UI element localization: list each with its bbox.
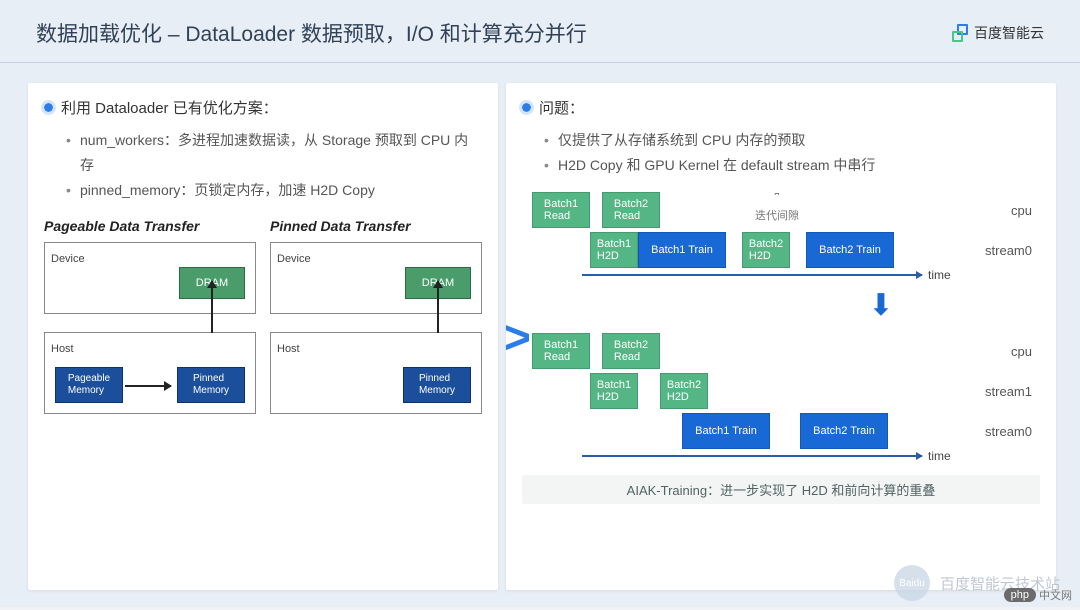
block-batch2-read: Batch2 Read (602, 192, 660, 228)
pinned-memory-block: Pinned Memory (403, 367, 471, 403)
slide: 数据加载优化 – DataLoader 数据预取，I/O 和计算充分并行 百度智… (0, 0, 1080, 607)
timeline-before: Batch1 Read Batch2 Read ⎴迭代间隙 cpu Batch1… (522, 190, 1040, 284)
right-panel-header: 问题： (522, 97, 1040, 118)
php-pill: php (1004, 588, 1036, 602)
time-axis: time (522, 270, 1040, 284)
device-box: Device DRAM (44, 242, 256, 314)
header: 数据加载优化 – DataLoader 数据预取，I/O 和计算充分并行 百度智… (0, 0, 1080, 63)
list-item: num_workers：多进程加速数据读，从 Storage 预取到 CPU 内… (66, 128, 482, 178)
time-axis-label: time (928, 268, 951, 282)
block-batch2-train: Batch2 Train (806, 232, 894, 268)
list-item: pinned_memory：页锁定内存，加速 H2D Copy (66, 178, 482, 203)
lane-label-cpu: cpu (1011, 203, 1032, 218)
diagram-title: Pageable Data Transfer (44, 218, 256, 234)
lane-label-stream0: stream0 (985, 424, 1032, 439)
arrow-up-icon (437, 281, 439, 333)
block-batch1-h2d: Batch1 H2D (590, 373, 638, 409)
block-batch1-train: Batch1 Train (682, 413, 770, 449)
left-panel: 利用 Dataloader 已有优化方案： num_workers：多进程加速数… (28, 83, 498, 590)
left-panel-header: 利用 Dataloader 已有优化方案： (44, 97, 482, 118)
body: 利用 Dataloader 已有优化方案： num_workers：多进程加速数… (0, 63, 1080, 610)
pageable-memory-block: Pageable Memory (55, 367, 123, 403)
time-axis-label: time (928, 449, 951, 463)
block-batch2-train: Batch2 Train (800, 413, 888, 449)
block-batch2-h2d: Batch2 H2D (660, 373, 708, 409)
timeline-stream0-row: Batch1 Train Batch2 Train stream0 (522, 411, 1040, 451)
right-panel: 问题： 仅提供了从存储系统到 CPU 内存的预取 H2D Copy 和 GPU … (506, 83, 1056, 590)
lane-label-stream1: stream1 (985, 384, 1032, 399)
footer-note: AIAK-Training：进一步实现了 H2D 和前向计算的重叠 (522, 475, 1040, 504)
pinned-memory-block: Pinned Memory (177, 367, 245, 403)
lane-label-stream0: stream0 (985, 243, 1032, 258)
timeline-stream0-row: Batch1 H2D Batch1 Train Batch2 H2D Batch… (522, 230, 1040, 270)
php-suffix: 中文网 (1039, 587, 1072, 603)
arrow-up-icon (211, 281, 213, 333)
arrow-right-icon (125, 385, 171, 387)
right-list: 仅提供了从存储系统到 CPU 内存的预取 H2D Copy 和 GPU Kern… (522, 128, 1040, 178)
device-box: Device DRAM (270, 242, 482, 314)
block-batch1-read: Batch1 Read (532, 333, 590, 369)
php-watermark: php 中文网 (1004, 587, 1072, 603)
right-panel-title: 问题： (539, 97, 584, 118)
block-batch1-read: Batch1 Read (532, 192, 590, 228)
time-axis: time (522, 451, 1040, 465)
host-box: Host Pageable Memory Pinned Memory (44, 332, 256, 414)
left-panel-title: 利用 Dataloader 已有优化方案： (61, 97, 278, 118)
timeline-cpu-row: Batch1 Read Batch2 Read cpu (522, 331, 1040, 371)
watermark-logo-icon: Baidu (894, 565, 930, 601)
block-batch1-h2d: Batch1 H2D (590, 232, 638, 268)
timeline-stream1-row: Batch1 H2D Batch2 H2D stream1 (522, 371, 1040, 411)
brand-logo-text: 百度智能云 (974, 23, 1044, 43)
timeline-after: Batch1 Read Batch2 Read cpu Batch1 H2D B… (522, 331, 1040, 465)
slide-title: 数据加载优化 – DataLoader 数据预取，I/O 和计算充分并行 (36, 18, 587, 48)
device-label: Device (277, 253, 311, 265)
iteration-gap-label: ⎴迭代间隙 (742, 194, 812, 223)
list-item: 仅提供了从存储系统到 CPU 内存的预取 (544, 128, 1040, 153)
host-box: Host Pinned Memory (270, 332, 482, 414)
host-label: Host (51, 343, 74, 355)
big-arrow-down-icon: ⬇ (722, 288, 1040, 323)
brand-logo-icon (952, 24, 970, 42)
block-batch1-train: Batch1 Train (638, 232, 726, 268)
brand-logo: 百度智能云 (952, 23, 1044, 43)
bullet-icon (44, 103, 53, 112)
block-batch2-h2d: Batch2 H2D (742, 232, 790, 268)
list-item: H2D Copy 和 GPU Kernel 在 default stream 中… (544, 153, 1040, 178)
left-list: num_workers：多进程加速数据读，从 Storage 预取到 CPU 内… (44, 128, 482, 204)
pinned-diagram: Pinned Data Transfer Device DRAM Host Pi… (270, 218, 482, 414)
device-label: Device (51, 253, 85, 265)
host-label: Host (277, 343, 300, 355)
bullet-icon (522, 103, 531, 112)
transfer-diagrams: Pageable Data Transfer Device DRAM Host … (44, 218, 482, 414)
lane-label-cpu: cpu (1011, 344, 1032, 359)
pageable-diagram: Pageable Data Transfer Device DRAM Host … (44, 218, 256, 414)
diagram-title: Pinned Data Transfer (270, 218, 482, 234)
block-batch2-read: Batch2 Read (602, 333, 660, 369)
timeline-cpu-row: Batch1 Read Batch2 Read ⎴迭代间隙 cpu (522, 190, 1040, 230)
